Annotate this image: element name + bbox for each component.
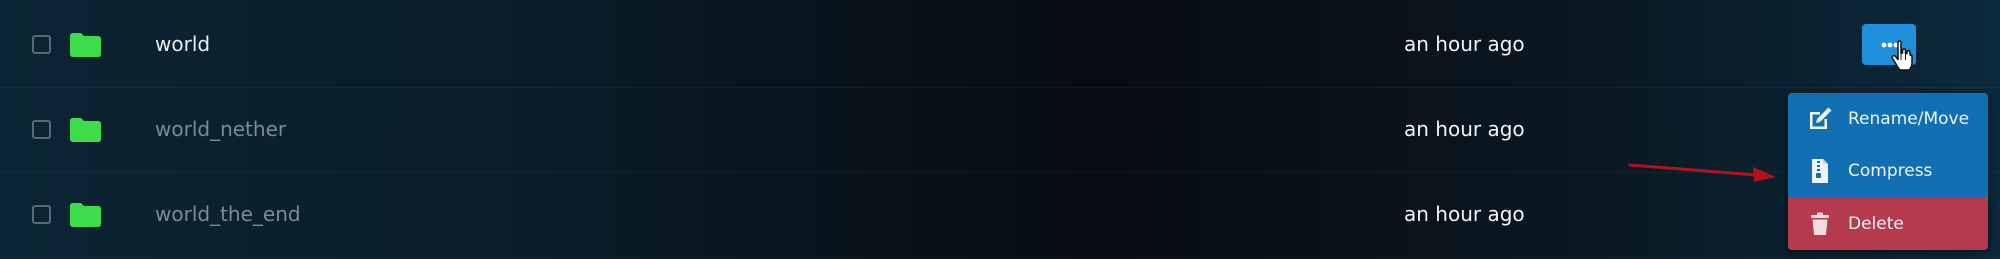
modified-date: an hour ago — [1404, 202, 1525, 226]
modified-date: an hour ago — [1404, 117, 1525, 141]
menu-item-rename-move[interactable]: Rename/Move — [1788, 93, 1988, 145]
edit-icon — [1810, 107, 1832, 129]
file-name[interactable]: world_nether — [155, 117, 286, 141]
file-context-menu: Rename/Move Compress Delete — [1788, 93, 1988, 250]
menu-item-label: Delete — [1848, 213, 1904, 234]
file-name[interactable]: world — [155, 32, 210, 56]
trash-icon — [1811, 212, 1829, 235]
folder-icon — [70, 118, 101, 142]
hand-cursor-icon — [1891, 40, 1913, 71]
archive-icon — [1812, 159, 1828, 183]
menu-item-delete[interactable]: Delete — [1788, 197, 1988, 250]
folder-icon — [70, 203, 101, 227]
menu-item-label: Compress — [1848, 161, 1933, 181]
modified-date: an hour ago — [1404, 32, 1525, 56]
select-checkbox[interactable] — [32, 35, 51, 54]
select-checkbox[interactable] — [32, 205, 51, 224]
menu-item-label: Rename/Move — [1848, 109, 1970, 129]
file-row-world[interactable]: world an hour ago — [0, 3, 2000, 88]
menu-item-compress[interactable]: Compress — [1788, 145, 1988, 197]
select-checkbox[interactable] — [32, 120, 51, 139]
file-row-world-the-end[interactable]: world_the_end an hour ago — [0, 173, 2000, 258]
annotation-arrow-icon — [1628, 163, 1776, 182]
file-name[interactable]: world_the_end — [155, 202, 301, 226]
folder-icon — [70, 33, 101, 57]
